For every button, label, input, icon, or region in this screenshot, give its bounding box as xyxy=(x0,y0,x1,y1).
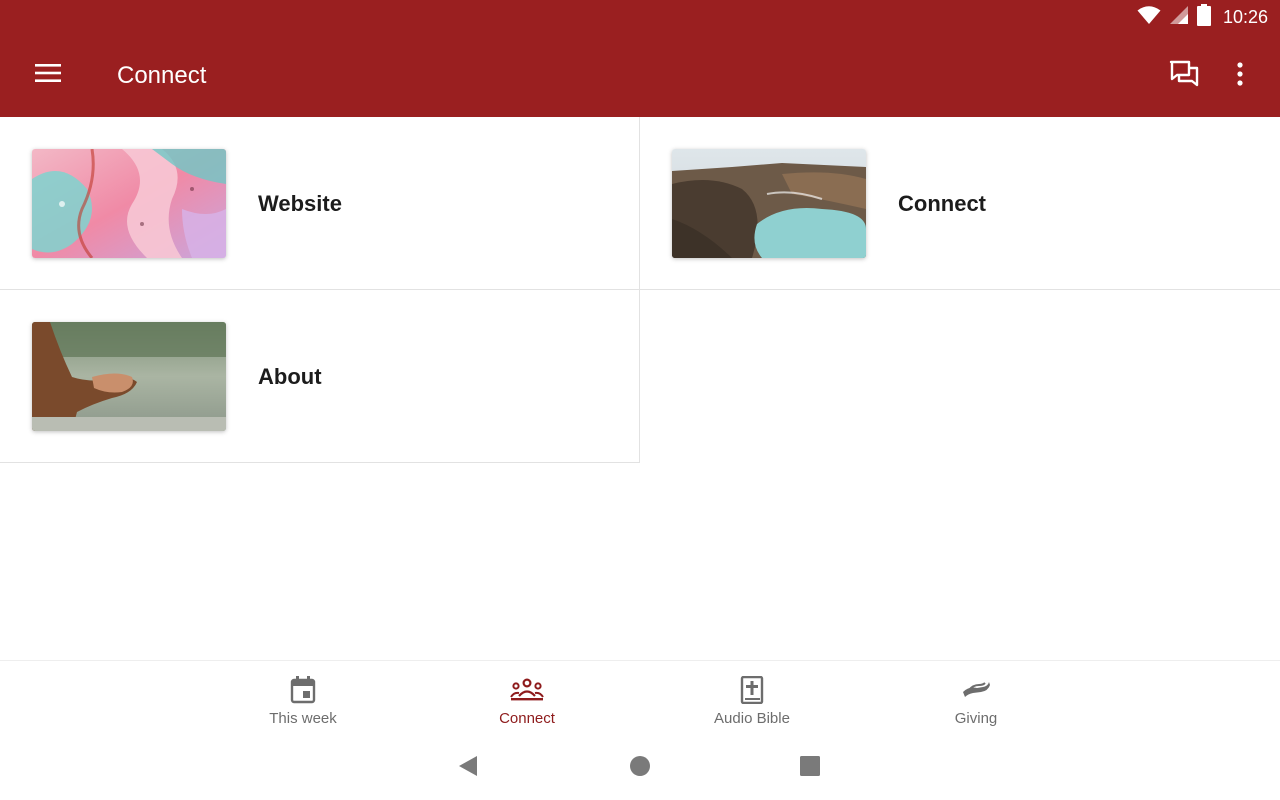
connect-thumbnail xyxy=(672,149,866,258)
wifi-icon xyxy=(1137,5,1161,30)
recents-icon xyxy=(799,755,821,782)
chat-button[interactable] xyxy=(1164,58,1204,94)
back-icon xyxy=(457,754,479,783)
card-connect-label: Connect xyxy=(898,191,986,216)
nav-this-week[interactable]: This week xyxy=(213,661,393,741)
app-screen: 10:26 Connect Website Connect About This… xyxy=(0,0,1280,800)
card-connect[interactable]: Connect xyxy=(640,117,1280,290)
card-website[interactable]: Website xyxy=(0,117,640,290)
toolbar: Connect xyxy=(0,34,1280,117)
calendar-icon xyxy=(290,676,316,704)
signal-icon xyxy=(1169,5,1189,30)
nav-connect-label: Connect xyxy=(499,710,555,727)
giving-hand-icon xyxy=(961,676,991,704)
status-bar: 10:26 xyxy=(1137,0,1280,34)
battery-icon xyxy=(1196,3,1211,31)
system-back-button[interactable] xyxy=(448,754,488,782)
card-about[interactable]: About xyxy=(0,290,640,463)
bible-icon xyxy=(740,676,764,704)
nav-audio-bible[interactable]: Audio Bible xyxy=(662,661,842,741)
more-vert-icon xyxy=(1237,61,1243,91)
card-about-label: About xyxy=(258,364,322,389)
website-thumbnail xyxy=(32,149,226,258)
nav-connect[interactable]: Connect xyxy=(437,661,617,741)
menu-button[interactable] xyxy=(28,60,68,90)
nav-this-week-label: This week xyxy=(269,710,337,727)
system-home-button[interactable] xyxy=(620,754,660,782)
home-icon xyxy=(629,755,651,782)
system-recents-button[interactable] xyxy=(790,754,830,782)
system-navigation-bar xyxy=(0,740,1280,800)
page-title: Connect xyxy=(117,62,207,89)
nav-giving-label: Giving xyxy=(954,710,998,727)
more-options-button[interactable] xyxy=(1224,58,1256,94)
about-thumbnail xyxy=(32,322,226,431)
status-time: 10:26 xyxy=(1222,6,1268,27)
nav-giving[interactable]: Giving xyxy=(886,661,1066,741)
menu-icon xyxy=(35,63,61,88)
app-header: 10:26 Connect xyxy=(0,0,1280,117)
nav-audio-bible-label: Audio Bible xyxy=(714,710,790,727)
bottom-navigation: This week Connect Audio Bible Giving xyxy=(0,660,1280,740)
people-icon xyxy=(510,676,544,704)
card-website-label: Website xyxy=(258,191,342,216)
chat-icon xyxy=(1169,60,1199,93)
